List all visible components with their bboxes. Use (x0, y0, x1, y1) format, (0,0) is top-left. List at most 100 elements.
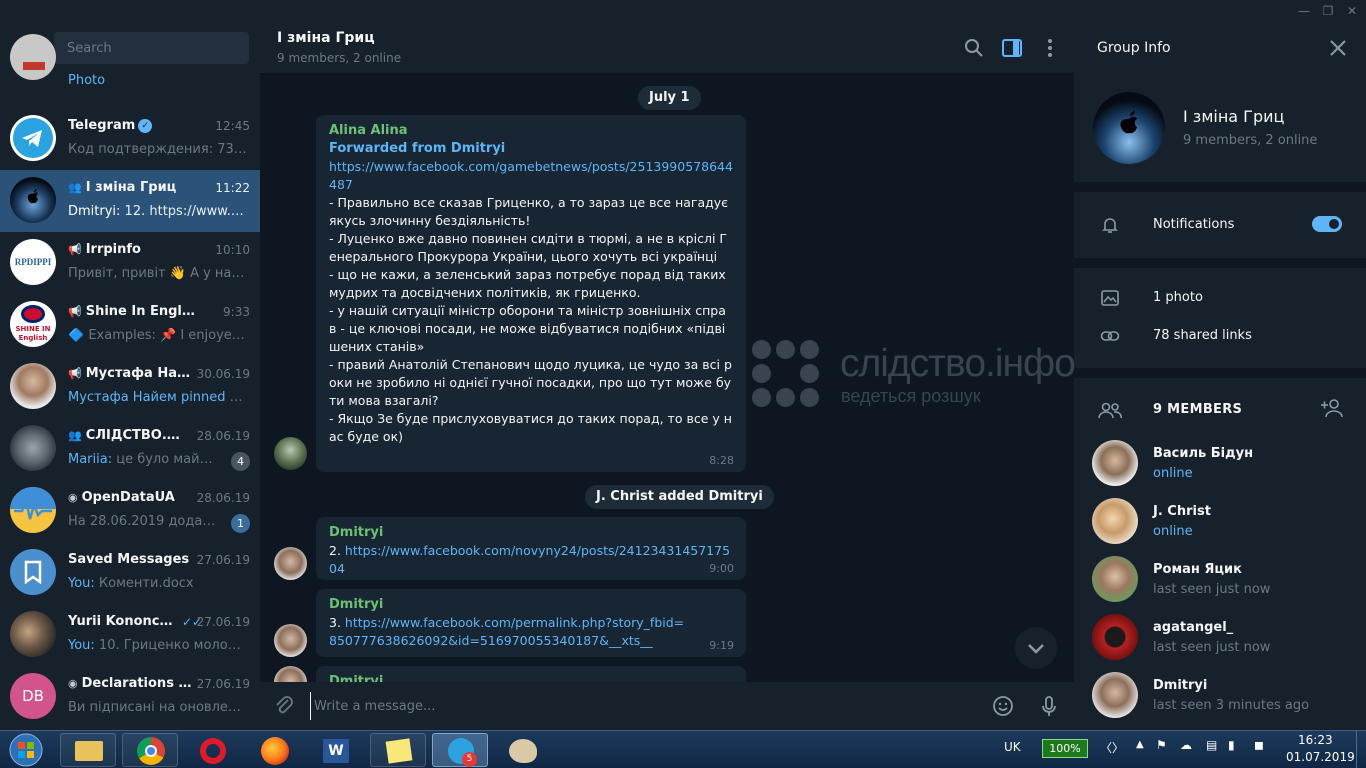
signal-icon[interactable]: ▮ (1228, 738, 1235, 752)
message-link[interactable]: https://www.facebook.com/novyny24/posts/… (329, 543, 730, 576)
shared-links-row[interactable]: 78 shared links (1074, 318, 1366, 356)
bell-icon (1100, 215, 1120, 235)
link-icon (1100, 326, 1120, 346)
message-bubble[interactable]: Dmitryi 3. https://www.facebook.com/perm… (316, 589, 746, 657)
cloud-icon[interactable]: ☁ (1180, 738, 1192, 752)
message-bubble[interactable]: Alina Alina Forwarded from Dmitryi https… (316, 115, 746, 472)
message-sender[interactable]: Dmitryi (329, 596, 733, 614)
message-time: 8:28 (709, 454, 734, 467)
language-indicator[interactable]: UK (1004, 740, 1021, 754)
chat-time: 30.06.19 (196, 367, 250, 381)
group-avatar[interactable] (1093, 92, 1165, 164)
sidebar-toggle-icon[interactable] (1000, 36, 1024, 60)
group-icon: 👥 (68, 429, 82, 442)
photos-row[interactable]: 1 photo (1074, 280, 1366, 318)
member-item[interactable]: Dmitryi last seen 3 minutes ago (1074, 672, 1366, 730)
member-avatar (1092, 614, 1138, 660)
clock-date[interactable]: 01.07.2019 (1286, 750, 1355, 764)
close-icon[interactable] (1328, 38, 1348, 58)
message-link[interactable]: https://www.facebook.com/permalink.php?s… (329, 615, 684, 648)
search-icon[interactable] (962, 36, 986, 60)
chat-name: 📢 Shine In English (68, 304, 198, 319)
member-status: online (1153, 524, 1193, 539)
notifications-toggle[interactable] (1312, 216, 1342, 232)
member-item[interactable]: Роман Яцик last seen just now (1074, 556, 1366, 614)
taskbar-paint[interactable] (494, 733, 550, 767)
chat-item-mustafa-nayem[interactable]: 📢 Мустафа Найем 30.06.19 Мустафа Найем pi… (0, 356, 260, 418)
volume-muted-icon[interactable]: ◼ (1254, 738, 1264, 752)
member-avatar (1092, 440, 1138, 486)
chat-title[interactable]: I зміна Гриц (277, 30, 375, 46)
emoji-icon[interactable] (991, 694, 1015, 718)
message-sender[interactable]: Dmitryi (329, 673, 733, 682)
sender-avatar[interactable] (274, 624, 307, 657)
battery-indicator[interactable]: 100% (1042, 739, 1088, 758)
date-separator: July 1 (638, 86, 701, 110)
add-member-icon[interactable] (1320, 397, 1344, 423)
action-center-icon[interactable]: ▤ (1206, 738, 1217, 752)
flag-icon[interactable]: ⚑ (1156, 738, 1167, 752)
message-bubble[interactable]: Dmitryi 2. https://www.facebook.com/novy… (316, 517, 746, 580)
taskbar-file-explorer[interactable] (60, 733, 116, 767)
members-title: 9 MEMBERS (1153, 402, 1243, 417)
taskbar-firefox[interactable] (246, 733, 302, 767)
more-options-icon[interactable] (1038, 36, 1062, 60)
close-window-icon[interactable]: ✕ (1340, 0, 1364, 22)
member-status: online (1153, 466, 1193, 481)
sender-avatar[interactable] (274, 437, 307, 470)
group-avatar (10, 177, 56, 223)
unread-badge: 1 (231, 514, 250, 533)
show-hidden-icons-icon[interactable]: ▲ (1136, 739, 1144, 750)
chat-item-declarations-bot[interactable]: DB ◉ Declarations Bot 27.06.19 Ви підписа… (0, 666, 260, 728)
chat-item-telegram[interactable]: Telegram✓ 12:45 Код подтверждения: 73414… (0, 108, 260, 170)
chat-item-partial[interactable]: Photo (0, 34, 260, 88)
forwarded-from[interactable]: Forwarded from Dmitryi (329, 140, 733, 158)
chat-time: 28.06.19 (196, 491, 250, 505)
sender-avatar[interactable] (274, 547, 307, 580)
message-link[interactable]: https://www.facebook.com/gamebetnews/pos… (329, 159, 733, 192)
chat-preview: Mariia: це було майже д... (68, 452, 223, 467)
chat-item-yurii-kononchuk[interactable]: Yurii Kononchuk ✓✓ 27.06.19 You: 10. Гри… (0, 604, 260, 666)
show-desktop-button[interactable] (1356, 731, 1366, 768)
member-status: last seen just now (1153, 640, 1271, 655)
maximize-icon[interactable]: ❐ (1316, 0, 1340, 22)
clock-time[interactable]: 16:23 (1298, 733, 1333, 747)
minimize-icon[interactable]: — (1292, 0, 1316, 22)
chat-time: 27.06.19 (196, 677, 250, 691)
message-area[interactable]: July 1 слідство.інфо ведеться розшук Ali… (260, 74, 1074, 682)
search-input[interactable] (54, 32, 249, 64)
taskbar-opera[interactable] (184, 733, 240, 767)
chat-item-irrpinfo[interactable]: RPDIPPI 📢 Irrpinfo 10:10 Привіт, привіт 👋… (0, 232, 260, 294)
chat-name: Telegram ✓ (68, 118, 198, 133)
chat-item-i-zmina-hryts[interactable]: 👥 I зміна Гриц 11:22 Dmitryi: 12. https:/… (0, 170, 260, 232)
message-sender[interactable]: Dmitryi (329, 524, 733, 542)
taskbar-word[interactable]: W (308, 733, 364, 767)
bot-icon: ◉ (68, 491, 78, 504)
member-item[interactable]: agatangel_ last seen just now (1074, 614, 1366, 672)
microphone-icon[interactable] (1037, 694, 1061, 718)
chat-item-opendataua[interactable]: ◉ OpenDataUA 28.06.19 На 28.06.2019 додан… (0, 480, 260, 542)
sender-avatar[interactable] (274, 666, 307, 682)
member-item[interactable]: Василь Бідун online (1074, 440, 1366, 498)
network-icon[interactable]: 〈〉 (1100, 739, 1124, 756)
scroll-down-button[interactable] (1015, 627, 1057, 669)
message-bubble[interactable]: Dmitryi (316, 666, 746, 682)
windows-logo-icon (9, 733, 43, 767)
member-item[interactable]: J. Christ online (1074, 498, 1366, 556)
chat-item-saved-messages[interactable]: Saved Messages 27.06.19 You: Коменти.doc… (0, 542, 260, 604)
message-input[interactable] (310, 692, 970, 720)
chat-header: I зміна Гриц 9 members, 2 online (260, 22, 1074, 74)
opera-icon (200, 738, 226, 764)
chat-sidebar: Photo Telegram✓ 12:45 Код подтверждения:… (0, 22, 260, 730)
taskbar-telegram[interactable]: 5 (432, 733, 488, 767)
start-button[interactable] (4, 732, 48, 768)
chat-item-slidstvo[interactable]: 👥СЛІДСТВО.НО... 28.06.19 Mariia: це було… (0, 418, 260, 480)
photos-label: 1 photo (1153, 290, 1203, 305)
taskbar-chrome[interactable] (122, 733, 178, 767)
chat-preview: Привіт, привіт 👋 А у нас х... (68, 266, 248, 281)
taskbar-sticky-notes[interactable] (370, 733, 426, 767)
slidstvo-avatar (10, 425, 56, 471)
chat-item-shine-in-english[interactable]: SHINE IN English 📢 Shine In English 9:33 … (0, 294, 260, 356)
message-sender[interactable]: Alina Alina (329, 122, 733, 140)
attach-icon[interactable] (272, 694, 296, 718)
